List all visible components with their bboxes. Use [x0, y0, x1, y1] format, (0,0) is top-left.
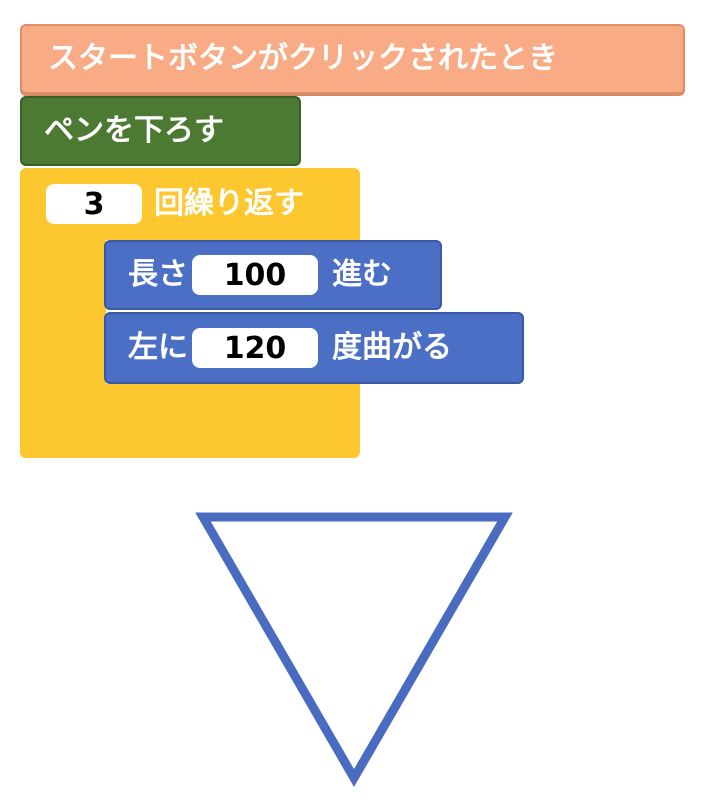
drawn-triangle: [195, 512, 513, 787]
drawn-triangle-canvas: [195, 512, 513, 787]
